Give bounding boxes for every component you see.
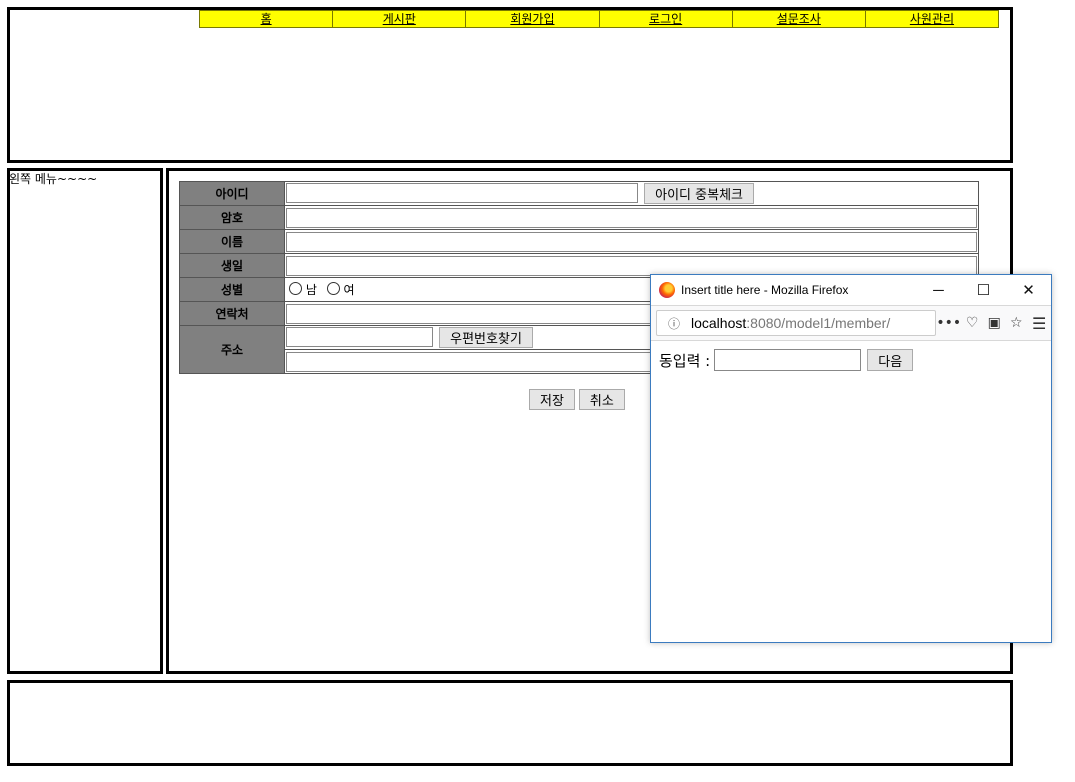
contact-label: 연락처	[179, 301, 285, 326]
birth-label: 생일	[179, 253, 285, 278]
gender-label: 성별	[179, 277, 285, 302]
top-nav: 홈 게시판 회원가입 로그인 설문조사 사원관리	[199, 10, 999, 28]
popup-content: 동입력 : 다음	[651, 341, 1051, 379]
next-button[interactable]: 다음	[867, 349, 914, 371]
footer-frame	[7, 680, 1013, 766]
maximize-icon[interactable]: ☐	[961, 281, 1006, 299]
dong-input[interactable]	[714, 349, 862, 371]
name-input[interactable]	[286, 231, 977, 252]
more-actions-icon[interactable]: •••	[936, 315, 961, 331]
gender-female-label: 여	[343, 283, 355, 297]
id-label: 아이디	[179, 181, 285, 206]
popup-titlebar[interactable]: Insert title here - Mozilla Firefox ─ ☐ …	[651, 275, 1051, 305]
nav-employee[interactable]: 사원관리	[866, 11, 998, 27]
nav-board[interactable]: 게시판	[333, 11, 467, 27]
gender-male-radio[interactable]	[289, 282, 302, 295]
password-input[interactable]	[286, 207, 977, 228]
hamburger-menu-icon[interactable]: ☰	[1027, 314, 1051, 333]
popup-window: Insert title here - Mozilla Firefox ─ ☐ …	[650, 274, 1052, 643]
gender-female-radio[interactable]	[326, 282, 340, 295]
form-buttons: 저장 취소	[529, 389, 629, 410]
nav-login[interactable]: 로그인	[600, 11, 733, 27]
name-label: 이름	[179, 229, 285, 254]
birth-input[interactable]	[286, 255, 977, 276]
firefox-logo-icon	[659, 282, 675, 298]
password-label: 암호	[179, 205, 285, 230]
zipcode-input[interactable]	[286, 327, 433, 347]
dong-label: 동입력 :	[659, 351, 711, 370]
gender-male-label: 남	[305, 283, 317, 297]
header-frame	[7, 7, 1013, 163]
id-input[interactable]	[286, 183, 638, 203]
save-button[interactable]: 저장	[529, 389, 575, 410]
url-field[interactable]: ⓘ localhost:8080/model1/member/	[656, 310, 937, 336]
left-menu-text: 왼쪽 메뉴~~~~	[9, 172, 98, 186]
popup-title: Insert title here - Mozilla Firefox	[681, 283, 849, 297]
minimize-icon[interactable]: ─	[916, 282, 961, 299]
zipcode-search-button[interactable]: 우편번호찾기	[439, 327, 533, 348]
pocket-icon[interactable]: ♡	[961, 315, 983, 331]
url-path: :8080/model1/member/	[746, 315, 891, 331]
left-menu-frame	[7, 168, 163, 674]
cancel-button[interactable]: 취소	[578, 389, 625, 410]
id-check-button[interactable]: 아이디 중복체크	[644, 183, 754, 204]
bookmark-star-icon[interactable]: ☆	[1005, 315, 1027, 331]
nav-survey[interactable]: 설문조사	[733, 11, 866, 27]
address-label: 주소	[179, 325, 285, 374]
nav-signup[interactable]: 회원가입	[466, 11, 600, 27]
nav-home[interactable]: 홈	[200, 11, 334, 27]
reader-view-icon[interactable]: ▣	[983, 315, 1005, 331]
info-icon[interactable]: ⓘ	[665, 315, 683, 332]
url-host: localhost	[691, 315, 747, 331]
popup-urlbar: ⓘ localhost:8080/model1/member/ ••• ♡ ▣ …	[651, 305, 1051, 341]
close-icon[interactable]: ✕	[1006, 281, 1051, 299]
